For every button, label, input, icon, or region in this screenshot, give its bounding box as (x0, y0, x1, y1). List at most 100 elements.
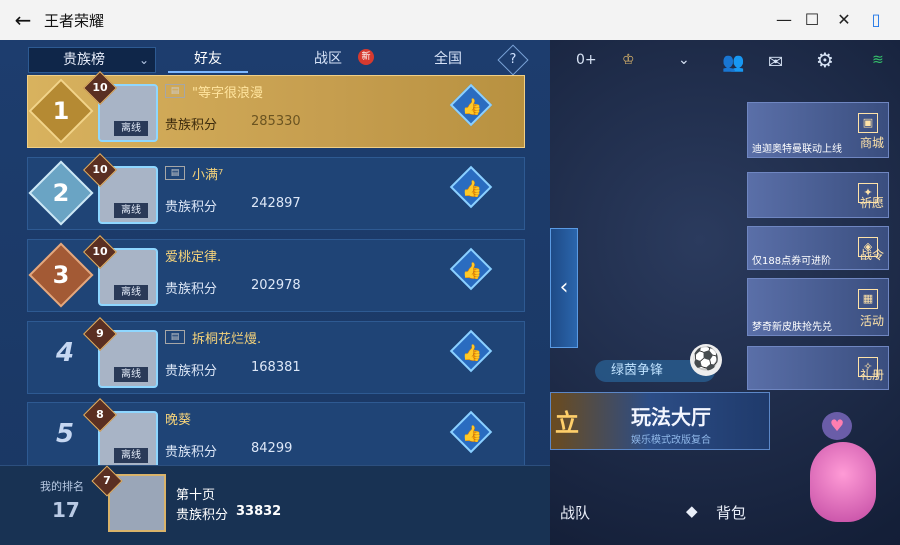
event-icon: ▦ (858, 289, 878, 309)
nav-bag[interactable]: 背包 (716, 502, 746, 523)
noble-mark-icon: ▤ (165, 166, 185, 180)
tile-tag: 礼册 (859, 368, 884, 382)
leaderboard-type-dropdown[interactable]: 贵族榜 ⌄ (28, 47, 156, 73)
thumbs-up-icon: 👍 (462, 97, 482, 116)
rank-number: 2 (52, 179, 70, 207)
leaderboard-row[interactable]: 3 离线 10 爱桃定律. 贵族积分 202978 👍 (27, 235, 525, 312)
rank-number: 4 (55, 338, 75, 368)
offline-tag: 离线 (114, 203, 148, 218)
leaderboard-row[interactable]: 1 离线 10 ▤ "等字很浪漫 贵族积分 285330 👍 (27, 71, 525, 148)
offline-tag: 离线 (114, 448, 148, 463)
maximize-icon[interactable]: ☐ (800, 8, 824, 32)
tile-caption: 迪迦奥特曼联动上线 (752, 144, 842, 155)
back-arrow-icon[interactable]: ← (10, 8, 36, 32)
tile-tag: 商城 (859, 136, 884, 150)
football-icon: ⚽ (690, 344, 722, 376)
coin-counter[interactable]: 0+ (576, 52, 597, 68)
offline-tag: 离线 (114, 285, 148, 300)
play-left-label: 立 (555, 409, 579, 437)
score-label: 贵族积分 (165, 364, 218, 379)
my-score-value: 33832 (236, 504, 282, 519)
my-name: 第十页 (176, 488, 216, 503)
play-hall-button[interactable]: 立 玩法大厅 娱乐模式改版复合 (550, 392, 770, 450)
friends-icon[interactable]: 👥 (722, 52, 744, 73)
score-value: 285330 (251, 114, 301, 129)
score-value: 202978 (251, 278, 301, 293)
dropdown-label: 贵族榜 (63, 52, 105, 68)
my-rank-bar: 我的排名 17 7 第十页 贵族积分 33832 (0, 465, 550, 545)
noble-level: 10 (92, 245, 108, 258)
rank-number: 5 (55, 419, 75, 449)
score-label: 贵族积分 (165, 282, 218, 297)
offline-tag: 离线 (114, 121, 148, 136)
leaderboard-row[interactable]: 2 离线 10 ▤ 小满⁷ 贵族积分 242897 👍 (27, 153, 525, 230)
thumbs-up-icon: 👍 (462, 179, 482, 198)
tile-tag: 战令 (859, 248, 884, 262)
score-value: 168381 (251, 360, 301, 375)
thumbs-up-icon: 👍 (462, 424, 482, 443)
sidebar-toggle-icon[interactable]: ▯ (864, 8, 888, 32)
score-value: 242897 (251, 196, 301, 211)
rank-emblem-icon[interactable]: ♔ (622, 52, 635, 68)
help-icon[interactable]: ? (497, 44, 529, 76)
score-label: 贵族积分 (165, 200, 218, 215)
window-title: 王者荣耀 (44, 12, 105, 30)
my-score-label: 贵族积分 (176, 508, 229, 523)
tile-battlepass[interactable]: ◈ 战令 仅188点券可进阶 (747, 226, 889, 270)
game-view: 0+ ♔ ⌄ 👥 ✉ ⚙ ≋ ▣ 商城 迪迦奥特曼联动上线 ✦ 祈愿 ◈ 战令 … (0, 40, 900, 545)
score-label: 贵族积分 (165, 445, 218, 460)
player-name: 小满⁷ (192, 168, 224, 183)
score-value: 84299 (251, 441, 293, 456)
chevron-down-icon[interactable]: ⌄ (678, 52, 690, 68)
gear-icon[interactable]: ⚙ (816, 48, 834, 72)
tile-wish[interactable]: ✦ 祈愿 (747, 172, 889, 218)
rank-number: 1 (52, 97, 70, 125)
player-name: 爱桃定律. (165, 250, 222, 265)
noble-level: 8 (96, 408, 104, 421)
player-name: 晚葵 (165, 413, 192, 428)
play-hall-label: 玩法大厅 (631, 405, 711, 429)
leaderboard-row[interactable]: 4 离线 9 ▤ 拆桐花烂熳. 贵族积分 168381 👍 (27, 317, 525, 394)
tile-gift[interactable]: ✧ 礼册 (747, 346, 889, 390)
nav-team[interactable]: 战队 (560, 502, 590, 523)
shop-icon: ▣ (858, 113, 878, 133)
tile-tag: 活动 (859, 314, 884, 328)
collapse-panel-button[interactable]: ‹ (550, 228, 578, 348)
wifi-icon: ≋ (872, 52, 884, 68)
noble-mark-icon: ▤ (165, 84, 185, 98)
my-noble-level: 7 (103, 474, 111, 487)
noble-level: 9 (96, 327, 104, 340)
tile-tag: 祈愿 (859, 196, 884, 210)
tab-national[interactable]: 全国 (408, 47, 488, 73)
rank-number: 3 (52, 261, 70, 289)
my-rank-value: 17 (52, 498, 80, 522)
tile-caption: 仅188点券可进阶 (752, 256, 832, 267)
noble-level: 10 (92, 163, 108, 176)
mascot-character[interactable] (810, 442, 876, 522)
new-badge: 新 (358, 49, 374, 65)
player-name: "等字很浪漫 (192, 86, 263, 101)
chevron-down-icon: ⌄ (138, 53, 149, 67)
offline-tag: 离线 (114, 367, 148, 382)
bag-icon[interactable]: ◆ (686, 502, 698, 520)
title-bar: ← 王者荣耀 — ☐ ✕ ▯ (0, 0, 900, 40)
leaderboard-tabs: 贵族榜 ⌄ 好友 战区 新 全国 ? (28, 44, 529, 76)
noble-level: 10 (92, 81, 108, 94)
close-icon[interactable]: ✕ (832, 8, 856, 32)
minimize-icon[interactable]: — (772, 8, 796, 32)
my-rank-label: 我的排名 (40, 480, 84, 493)
thumbs-up-icon: 👍 (462, 261, 482, 280)
thumbs-up-icon: 👍 (462, 343, 482, 362)
play-hall-subtitle: 娱乐模式改版复合 (631, 435, 711, 446)
mail-icon[interactable]: ✉ (768, 52, 783, 73)
tile-event[interactable]: ▦ 活动 梦奇新皮肤抢先兑 (747, 278, 889, 336)
tile-caption: 梦奇新皮肤抢先兑 (752, 322, 832, 333)
noble-mark-icon: ▤ (165, 330, 185, 344)
tab-friends[interactable]: 好友 (168, 47, 248, 73)
tab-region[interactable]: 战区 (288, 47, 368, 73)
tile-shop[interactable]: ▣ 商城 迪迦奥特曼联动上线 (747, 102, 889, 158)
score-label: 贵族积分 (165, 118, 218, 133)
heart-icon[interactable]: ♥ (822, 412, 852, 440)
player-name: 拆桐花烂熳. (192, 332, 262, 347)
leaderboard-panel: 贵族榜 ⌄ 好友 战区 新 全国 ? 1 离线 10 ▤ "等字很浪漫 贵族积分… (0, 40, 550, 545)
